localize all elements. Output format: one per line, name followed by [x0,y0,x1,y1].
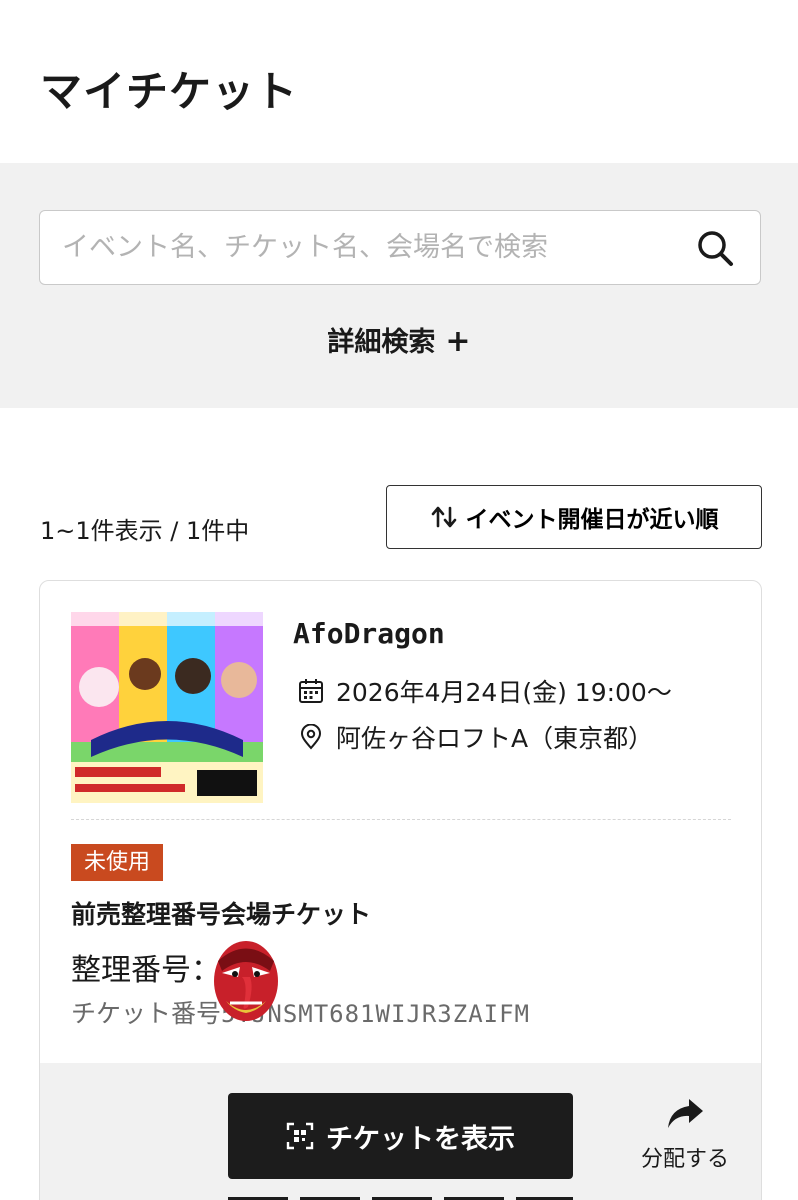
share-button[interactable]: 分配する [630,1097,740,1173]
page-title: マイチケット [40,67,299,116]
card-footer: チケットを表示 分配する [40,1063,761,1200]
divider [71,819,731,820]
ticket-card[interactable]: AfoDragon 2026年4月24日(金) 19:00〜 阿佐ヶ谷ロフトA（… [39,580,762,1200]
tengu-mask-sticker [214,941,278,1021]
ticket-name: 前売整理番号会場チケット [71,900,372,929]
event-date: 2026年4月24日(金) 19:00〜 [298,673,672,709]
sort-button[interactable]: イベント開催日が近い順 [386,485,762,549]
event-date-text: 2026年4月24日(金) 19:00〜 [336,678,672,707]
sort-label: イベント開催日が近い順 [465,506,719,532]
search-input[interactable] [40,211,680,283]
search-panel: 詳細検索 + [0,163,798,408]
event-venue: 阿佐ヶ谷ロフトA（東京都） [298,719,653,755]
status-badge: 未使用 [71,844,164,881]
show-ticket-label: チケットを表示 [326,1123,515,1155]
event-venue-text: 阿佐ヶ谷ロフトA（東京都） [336,724,654,753]
advanced-search-toggle[interactable]: 詳細検索 + [0,320,798,359]
result-count: 1~1件表示 / 1件中 [40,517,250,545]
advanced-search-label: 詳細検索 [327,327,436,358]
share-label: 分配する [640,1147,729,1172]
search-box[interactable] [39,210,761,285]
event-flyer-image[interactable] [71,612,263,803]
seat-number-label: 整理番号： [71,953,221,988]
location-pin-icon [300,724,322,750]
sort-icon [431,506,456,528]
qr-code-icon [286,1122,314,1150]
ticket-number: チケット番号5TJNSMT681WIJR3ZAIFM [71,994,530,1030]
share-arrow-icon [668,1099,703,1128]
event-title[interactable]: AfoDragon [293,617,445,650]
ticket-number-label: チケット番号 [71,999,222,1028]
search-icon[interactable] [696,229,734,267]
plus-icon: + [445,324,471,359]
show-ticket-button[interactable]: チケットを表示 [228,1093,573,1179]
calendar-icon [299,679,323,703]
